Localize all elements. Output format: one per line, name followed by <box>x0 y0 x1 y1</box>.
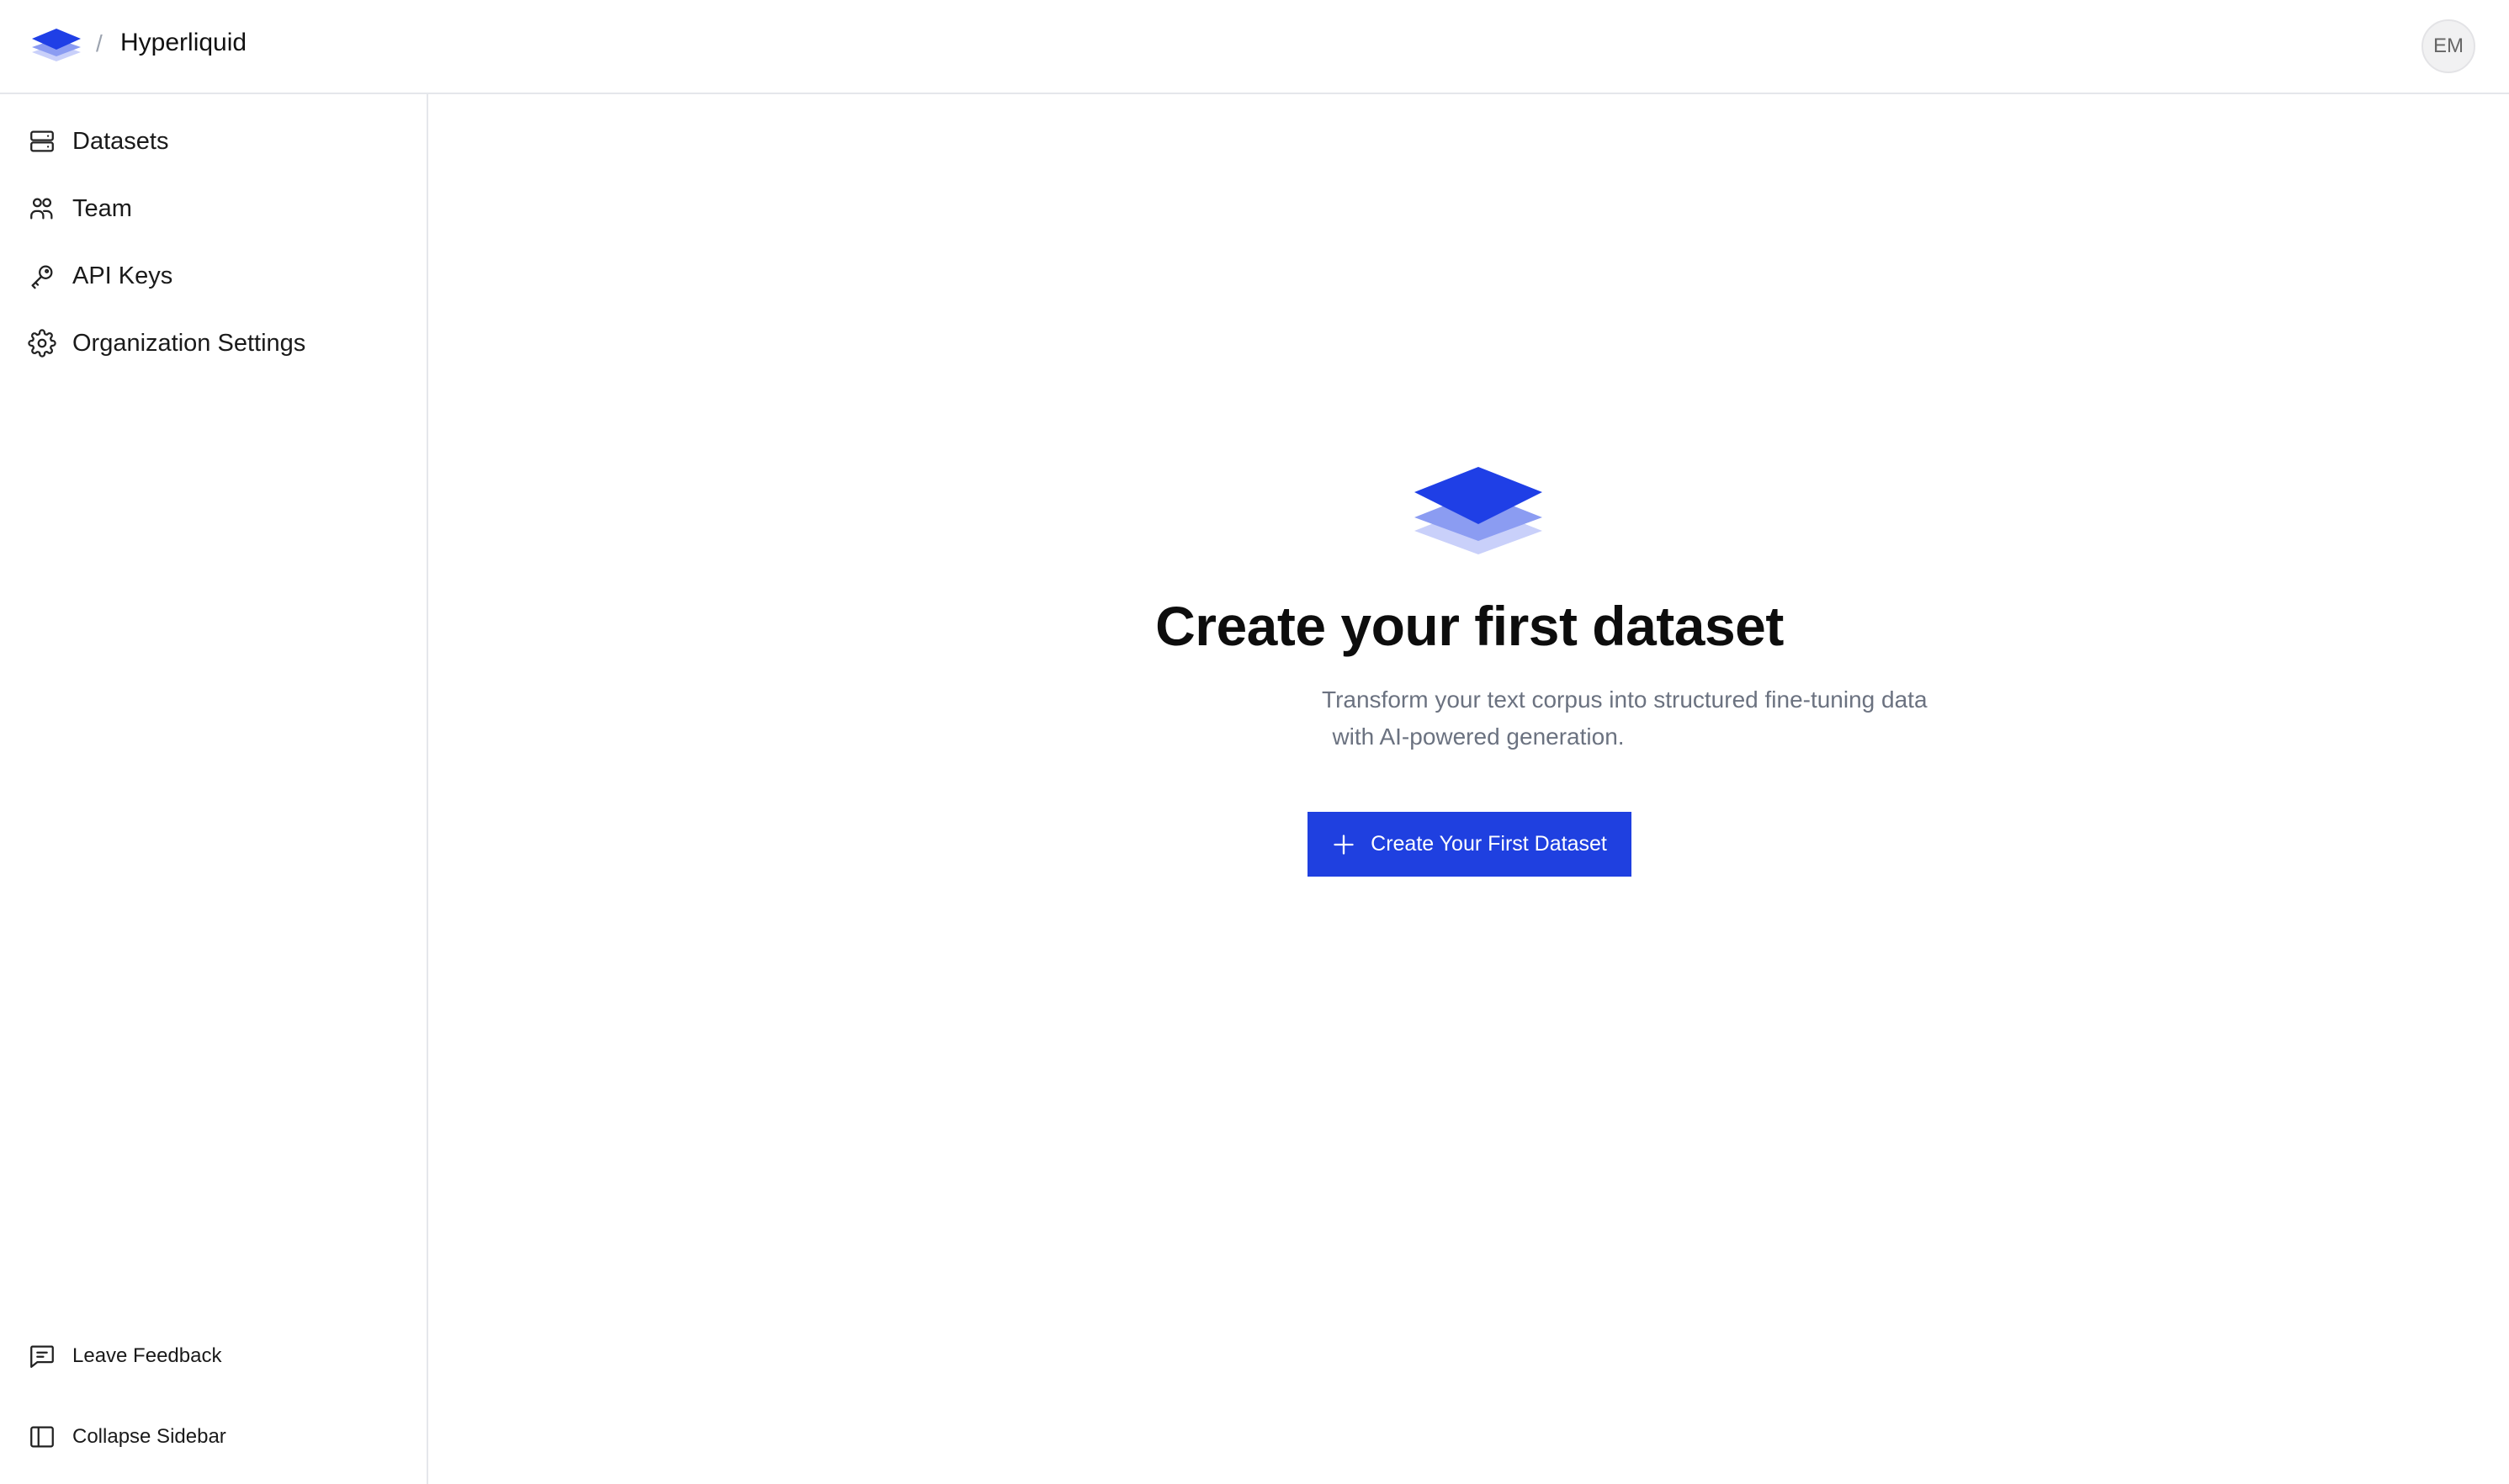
users-icon <box>27 193 57 224</box>
breadcrumb-separator: / <box>96 30 103 56</box>
plus-icon <box>1332 833 1355 856</box>
layers-logo-icon[interactable] <box>30 27 82 62</box>
create-first-dataset-button[interactable]: Create Your First Dataset <box>1308 812 1631 877</box>
top-bar: / Hyperliquid EM <box>0 0 2509 94</box>
main-content: Create your first dataset Transform your… <box>430 96 2509 1484</box>
empty-state-description: Transform your text corpus into structur… <box>1322 681 1928 755</box>
leave-feedback-label: Leave Feedback <box>72 1344 222 1367</box>
sidebar-item-label: Organization Settings <box>72 329 306 357</box>
layers-logo-icon <box>1414 467 1542 554</box>
sidebar-item-label: Datasets <box>72 127 169 155</box>
key-icon <box>27 261 57 291</box>
collapse-sidebar-label: Collapse Sidebar <box>72 1425 226 1448</box>
sidebar-item-label: Team <box>72 194 132 222</box>
collapse-sidebar-button[interactable]: Collapse Sidebar <box>27 1415 397 1459</box>
sidebar-item-datasets[interactable]: Datasets <box>27 118 397 165</box>
panel-left-icon <box>27 1422 57 1452</box>
empty-state-description-line: with AI-powered generation. <box>1332 723 1625 750</box>
sidebar-item-team[interactable]: Team <box>27 185 397 232</box>
empty-state-description-line: Transform your text corpus into structur… <box>1322 686 1928 713</box>
org-name[interactable]: Hyperliquid <box>120 29 247 57</box>
leave-feedback-button[interactable]: Leave Feedback <box>27 1334 397 1378</box>
avatar[interactable]: EM <box>2421 19 2475 73</box>
sidebar-item-label: API Keys <box>72 262 173 289</box>
empty-state-title: Create your first dataset <box>1155 595 1784 657</box>
message-square-icon <box>27 1341 57 1371</box>
sidebar-item-organization-settings[interactable]: Organization Settings <box>27 320 397 367</box>
sidebar-item-api-keys[interactable]: API Keys <box>27 252 397 299</box>
gear-icon <box>27 328 57 358</box>
create-first-dataset-label: Create Your First Dataset <box>1371 832 1607 856</box>
database-icon <box>27 126 57 156</box>
sidebar: Datasets Team API Keys Organization Sett… <box>0 94 428 1484</box>
